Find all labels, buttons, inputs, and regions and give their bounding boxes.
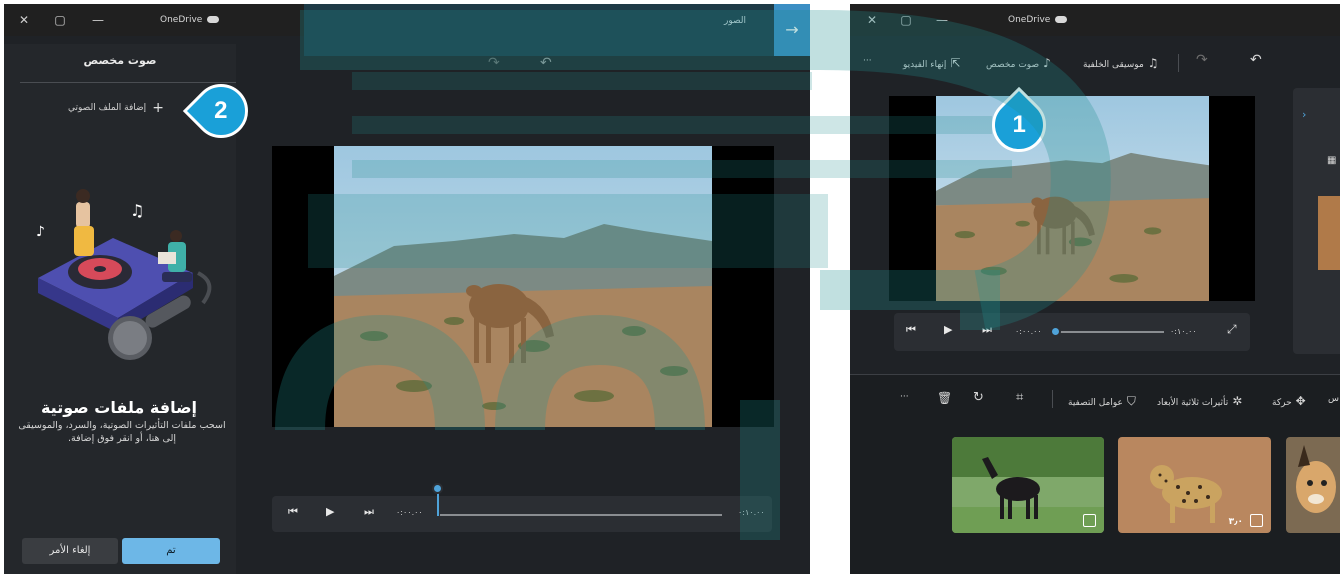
minimize-icon[interactable]: —	[88, 10, 108, 30]
undo-icon[interactable]: ↶	[1250, 52, 1262, 68]
finish-video-label: إنهاء الفيديو	[903, 60, 947, 70]
background-music-label: موسيقى الخلفية	[1083, 60, 1144, 70]
more-options-button[interactable]: ···	[863, 56, 872, 66]
custom-audio-button[interactable]: صوت مخصص ♪	[986, 56, 1051, 70]
close-icon[interactable]: ✕	[14, 10, 34, 30]
delete-icon[interactable]: 🗑	[937, 391, 952, 405]
motion-label: حركة	[1272, 398, 1292, 408]
onedrive-status[interactable]: OneDrive	[1008, 15, 1068, 25]
photos-breadcrumb[interactable]: الصور	[724, 16, 746, 26]
export-icon: ⇱	[950, 56, 961, 70]
undo-icon[interactable]: ↶	[540, 55, 552, 71]
camel-image	[936, 96, 1209, 301]
motion-button[interactable]: حركة ✥	[1272, 394, 1306, 408]
image-icon	[1083, 514, 1096, 527]
crop-icon[interactable]: ⌗	[1016, 390, 1023, 405]
onedrive-label: OneDrive	[160, 15, 203, 25]
toolbar-separator	[1052, 390, 1053, 408]
scrub-bar[interactable]	[1058, 331, 1164, 333]
svg-text:♫: ♫	[130, 201, 144, 220]
rotate-icon[interactable]: ↻	[973, 390, 984, 405]
done-button[interactable]: تم	[122, 538, 220, 564]
callout-1-number: 1	[1012, 110, 1026, 138]
library-thumbnail[interactable]	[1318, 196, 1340, 270]
back-arrow-icon[interactable]: →	[774, 4, 810, 56]
grid-icon[interactable]: ▦	[1327, 155, 1336, 166]
add-audio-label: إضافة الملف الصوتي	[68, 103, 147, 113]
empty-state-description: اسحب ملفات التأثيرات الصوتية، والسرد، وا…	[18, 420, 226, 444]
clip-duration: ٣٫٠	[1228, 517, 1243, 527]
onedrive-status[interactable]: OneDrive	[160, 15, 220, 25]
background-music-button[interactable]: موسيقى الخلفية ♫	[1083, 56, 1159, 70]
callout-2-number: 2	[214, 96, 228, 124]
maximize-icon[interactable]: ▢	[50, 10, 70, 30]
storyboard-clip-horse[interactable]	[952, 437, 1104, 533]
filters-label: عوامل التصفية	[1068, 398, 1123, 408]
minimize-icon[interactable]: —	[932, 10, 952, 30]
cancel-button[interactable]: إلغاء الأمر	[22, 538, 118, 564]
custom-audio-icon: ♪	[1043, 56, 1051, 70]
storyboard-more-button[interactable]: ···	[900, 392, 909, 402]
custom-audio-label: صوت مخصص	[986, 60, 1040, 70]
motion-icon: ✥	[1295, 394, 1306, 408]
time-end: ٠:١٠.٠٠	[1170, 327, 1197, 336]
right-title-bar: ✕ ▢ — OneDrive	[850, 4, 1340, 36]
redo-icon[interactable]: ↷	[1196, 52, 1208, 68]
play-icon[interactable]: ▶	[326, 505, 334, 518]
toolbar-separator	[1178, 54, 1179, 72]
camel-image	[334, 146, 712, 427]
image-icon	[1250, 514, 1263, 527]
top-band	[304, 4, 810, 56]
scrub-bar[interactable]	[440, 514, 722, 516]
plus-icon: +	[152, 100, 164, 116]
finish-video-button[interactable]: إنهاء الفيديو ⇱	[903, 56, 960, 70]
storyboard-partial-item[interactable]: س	[1328, 394, 1339, 404]
close-icon[interactable]: ✕	[862, 10, 882, 30]
audio-illustration: ♪ ♫	[36, 189, 212, 360]
horse-image	[952, 437, 1104, 533]
panel-title: صوت مخصص	[83, 54, 157, 67]
3d-effects-label: تأثيرات ثلاثية الأبعاد	[1157, 398, 1229, 408]
cloud-icon	[1055, 16, 1068, 23]
svg-text:♪: ♪	[36, 224, 45, 240]
time-end: ٠:١٠.٠٠	[738, 508, 765, 517]
filter-icon: ⛉	[1126, 394, 1136, 408]
previous-frame-icon[interactable]: ⏮	[288, 505, 298, 519]
filters-button[interactable]: عوامل التصفية ⛉	[1068, 394, 1136, 409]
empty-state-heading: إضافة ملفات صوتية	[40, 398, 198, 417]
expand-icon[interactable]: ⤢	[1227, 322, 1237, 337]
previous-frame-icon[interactable]: ⏮	[906, 323, 916, 337]
next-frame-icon[interactable]: ⏭	[364, 505, 374, 519]
music-icon: ♫	[1147, 56, 1159, 70]
effects-icon: ✲	[1232, 394, 1243, 408]
storyboard-clip-leopard[interactable]: ٣٫٠	[1118, 437, 1271, 533]
onedrive-label: OneDrive	[1008, 15, 1051, 25]
leopard-image	[1118, 437, 1271, 533]
playhead-handle[interactable]	[432, 483, 443, 494]
playhead-handle[interactable]	[1050, 326, 1061, 337]
time-start: ٠:٠٠.٠٠	[396, 508, 423, 517]
redo-icon[interactable]: ↷	[488, 55, 500, 71]
storyboard-divider	[850, 374, 1340, 375]
lynx-image	[1286, 437, 1340, 533]
maximize-icon[interactable]: ▢	[896, 10, 916, 30]
cloud-icon	[207, 16, 220, 23]
3d-effects-button[interactable]: تأثيرات ثلاثية الأبعاد ✲	[1157, 394, 1242, 408]
storyboard-clip-lynx[interactable]	[1286, 437, 1340, 533]
chevron-right-icon[interactable]: ›	[1302, 108, 1306, 121]
add-audio-button[interactable]: إضافة الملف الصوتي +	[68, 99, 164, 117]
next-frame-icon[interactable]: ⏭	[982, 323, 992, 337]
time-start: ٠:٠٠.٠٠	[1015, 327, 1042, 336]
play-icon[interactable]: ▶	[944, 323, 952, 336]
panel-divider	[20, 82, 236, 83]
